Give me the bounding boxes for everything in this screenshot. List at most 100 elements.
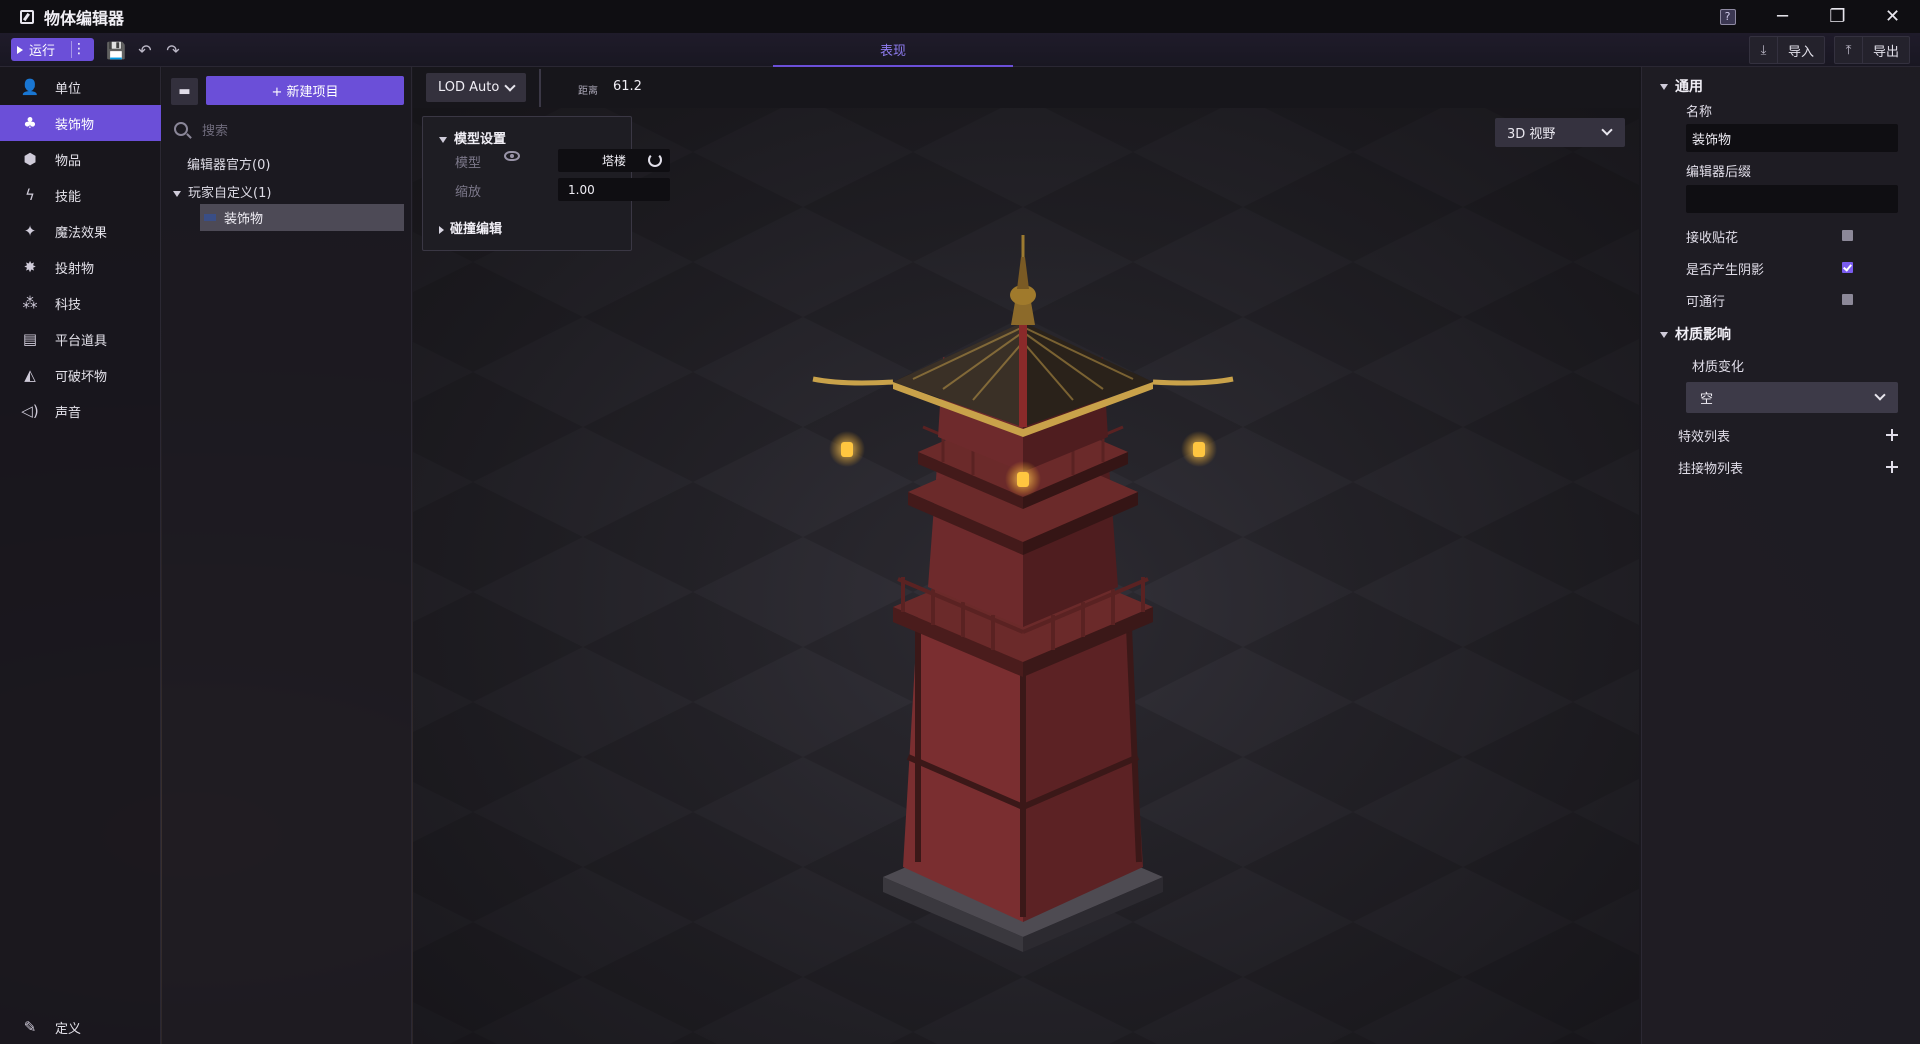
receive-decal-label: 接收贴花 (1686, 231, 1739, 246)
distance-value: 61.2 (613, 79, 642, 94)
chevron-down-icon (504, 79, 517, 92)
speaker-icon: ◁) (21, 402, 39, 420)
sidebar-item-label: 单位 (55, 81, 82, 97)
material-change-dropdown[interactable]: 空 (1686, 382, 1898, 413)
item-color-swatch (204, 214, 216, 221)
run-button[interactable]: 运行 ⋮ (11, 38, 94, 61)
search-placeholder: 搜索 (202, 123, 229, 139)
suffix-field[interactable] (1686, 185, 1898, 213)
sidebar-item-sound[interactable]: ◁) 声音 (0, 393, 161, 429)
run-options-icon[interactable]: ⋮ (72, 41, 86, 58)
model-settings-title: 模型设置 (454, 132, 507, 147)
sidebar-item-label: 物品 (55, 153, 82, 169)
receive-decal-checkbox[interactable] (1842, 230, 1853, 241)
tree-node-label: 玩家自定义(1) (188, 186, 272, 201)
material-section-title: 材质影响 (1675, 327, 1731, 343)
expand-caret-icon (439, 225, 444, 234)
sidebar-item-label: 魔法效果 (55, 225, 108, 241)
object-editor-window: 物体编辑器 ? ─ ❐ ✕ 运行 ⋮ 💾 ↶ ↷ 表现 ⤓ 导入 ⤒ 导出 👤 单… (0, 0, 1920, 1044)
collapse-caret-icon (1660, 84, 1668, 90)
import-icon: ⤓ (1750, 37, 1778, 63)
material-change-value: 空 (1700, 392, 1714, 407)
export-label: 导出 (1873, 44, 1900, 60)
scale-input[interactable]: 1.00 (558, 178, 670, 201)
help-button[interactable]: ? (1700, 0, 1755, 33)
add-attachment-icon[interactable] (1886, 461, 1898, 473)
sidebar-item-decoration[interactable]: ♣ 装饰物 (0, 105, 161, 141)
walkable-label: 可通行 (1686, 295, 1726, 310)
run-label: 运行 (29, 44, 56, 59)
attachments-list-label: 挂接物列表 (1678, 462, 1744, 477)
folder-button[interactable]: ▬ (171, 78, 198, 105)
view-mode-label: 3D 视野 (1507, 127, 1556, 142)
import-label: 导入 (1788, 44, 1815, 60)
scale-value: 1.00 (568, 182, 595, 197)
3d-viewport[interactable]: LOD Auto 距离 61.2 3D 视野 模型设置 模型 塔楼 缩放 1.0… (413, 67, 1639, 1044)
model-settings-header[interactable]: 模型设置 (439, 128, 506, 147)
sidebar-item-item[interactable]: ⬢ 物品 (0, 141, 161, 177)
collision-edit-header[interactable]: 碰撞编辑 (439, 218, 502, 237)
cast-shadow-label: 是否产生阴影 (1686, 263, 1765, 278)
tree-node-official[interactable]: 编辑器官方(0) (187, 154, 270, 173)
title-bar: 物体编辑器 ? ─ ❐ ✕ (0, 0, 1920, 33)
sidebar-item-label: 投射物 (55, 261, 95, 277)
import-button[interactable]: ⤓ 导入 (1749, 36, 1826, 64)
lod-dropdown[interactable]: LOD Auto (426, 73, 526, 102)
sidebar-item-skill[interactable]: ϟ 技能 (0, 177, 161, 213)
sidebar-item-magic-effect[interactable]: ✦ 魔法效果 (0, 213, 161, 249)
main-toolbar: 运行 ⋮ 💾 ↶ ↷ 表现 ⤓ 导入 ⤒ 导出 (0, 33, 1920, 67)
name-field[interactable]: 装饰物 (1686, 124, 1898, 152)
collision-edit-label: 碰撞编辑 (450, 222, 503, 237)
save-icon[interactable]: 💾 (106, 40, 126, 60)
sidebar-item-projectile[interactable]: ✸ 投射物 (0, 249, 161, 285)
folder-icon: ▬ (178, 84, 191, 99)
search-input[interactable]: 搜索 (174, 115, 404, 143)
walkable-checkbox[interactable] (1842, 294, 1853, 305)
restore-button[interactable]: ❐ (1810, 0, 1865, 33)
undo-icon[interactable]: ↶ (135, 40, 155, 60)
minimize-button[interactable]: ─ (1755, 0, 1810, 33)
sidebar-item-tech[interactable]: ⁂ 科技 (0, 285, 161, 321)
lightning-icon: ϟ (25, 186, 35, 204)
refresh-icon[interactable] (648, 153, 662, 167)
tree-item-selected[interactable]: 装饰物 (200, 204, 404, 231)
view-mode-dropdown[interactable]: 3D 视野 (1495, 118, 1625, 147)
tab-appearance[interactable]: 表现 (773, 33, 1013, 67)
model-value: 塔楼 (601, 154, 626, 168)
export-button[interactable]: ⤒ 导出 (1834, 36, 1911, 64)
sidebar-item-platform-prop[interactable]: ▤ 平台道具 (0, 321, 161, 357)
suffix-label: 编辑器后缀 (1686, 165, 1752, 180)
close-button[interactable]: ✕ (1865, 0, 1920, 33)
tree-item-label: 装饰物 (224, 212, 264, 227)
user-icon: 👤 (20, 78, 40, 96)
close-icon: ✕ (1884, 6, 1901, 27)
new-project-button[interactable]: + 新建项目 (206, 76, 404, 105)
sidebar-item-unit[interactable]: 👤 单位 (0, 69, 161, 105)
properties-panel: 通用 名称 装饰物 编辑器后缀 接收贴花 是否产生阴影 可通行 材质影响 材质变… (1641, 67, 1920, 1044)
object-tree-panel: ▬ + 新建项目 搜索 编辑器官方(0) 玩家自定义(1) 装饰物 (162, 67, 412, 1044)
cast-shadow-checkbox[interactable] (1842, 262, 1853, 273)
sidebar-item-label: 可破坏物 (55, 369, 108, 385)
tree-node-custom[interactable]: 玩家自定义(1) (173, 182, 271, 201)
minimize-icon: ─ (1777, 6, 1788, 27)
redo-icon[interactable]: ↷ (163, 40, 183, 60)
expand-caret-icon[interactable] (173, 190, 181, 197)
add-effect-icon[interactable] (1886, 429, 1898, 441)
scale-label: 缩放 (455, 185, 482, 200)
distance-label: 距离 (578, 86, 598, 97)
viewport-toolbar: LOD Auto 距离 61.2 (413, 67, 1639, 108)
window-title: 物体编辑器 (44, 8, 125, 28)
eye-icon[interactable] (504, 151, 520, 161)
sidebar-item-destructible[interactable]: ◭ 可破坏物 (0, 357, 161, 393)
general-section-header[interactable]: 通用 (1660, 76, 1703, 96)
restore-icon: ❐ (1829, 6, 1846, 27)
sidebar-item-label: 科技 (55, 297, 82, 313)
category-sidebar: 👤 单位 ♣ 装饰物 ⬢ 物品 ϟ 技能 ✦ 魔法效果 ✸ 投射物 ⁂ 科技 ▤ 平台道具 ◭ 可… (0, 67, 161, 1044)
model-field[interactable]: 塔楼 (558, 149, 670, 172)
name-value: 装饰物 (1692, 132, 1732, 148)
effects-list-label: 特效列表 (1678, 430, 1731, 445)
export-icon: ⤒ (1835, 37, 1863, 63)
sidebar-item-definition[interactable]: ✎ 定义 (0, 1009, 161, 1044)
chevron-down-icon (1601, 124, 1613, 136)
material-section-header[interactable]: 材质影响 (1660, 324, 1731, 344)
